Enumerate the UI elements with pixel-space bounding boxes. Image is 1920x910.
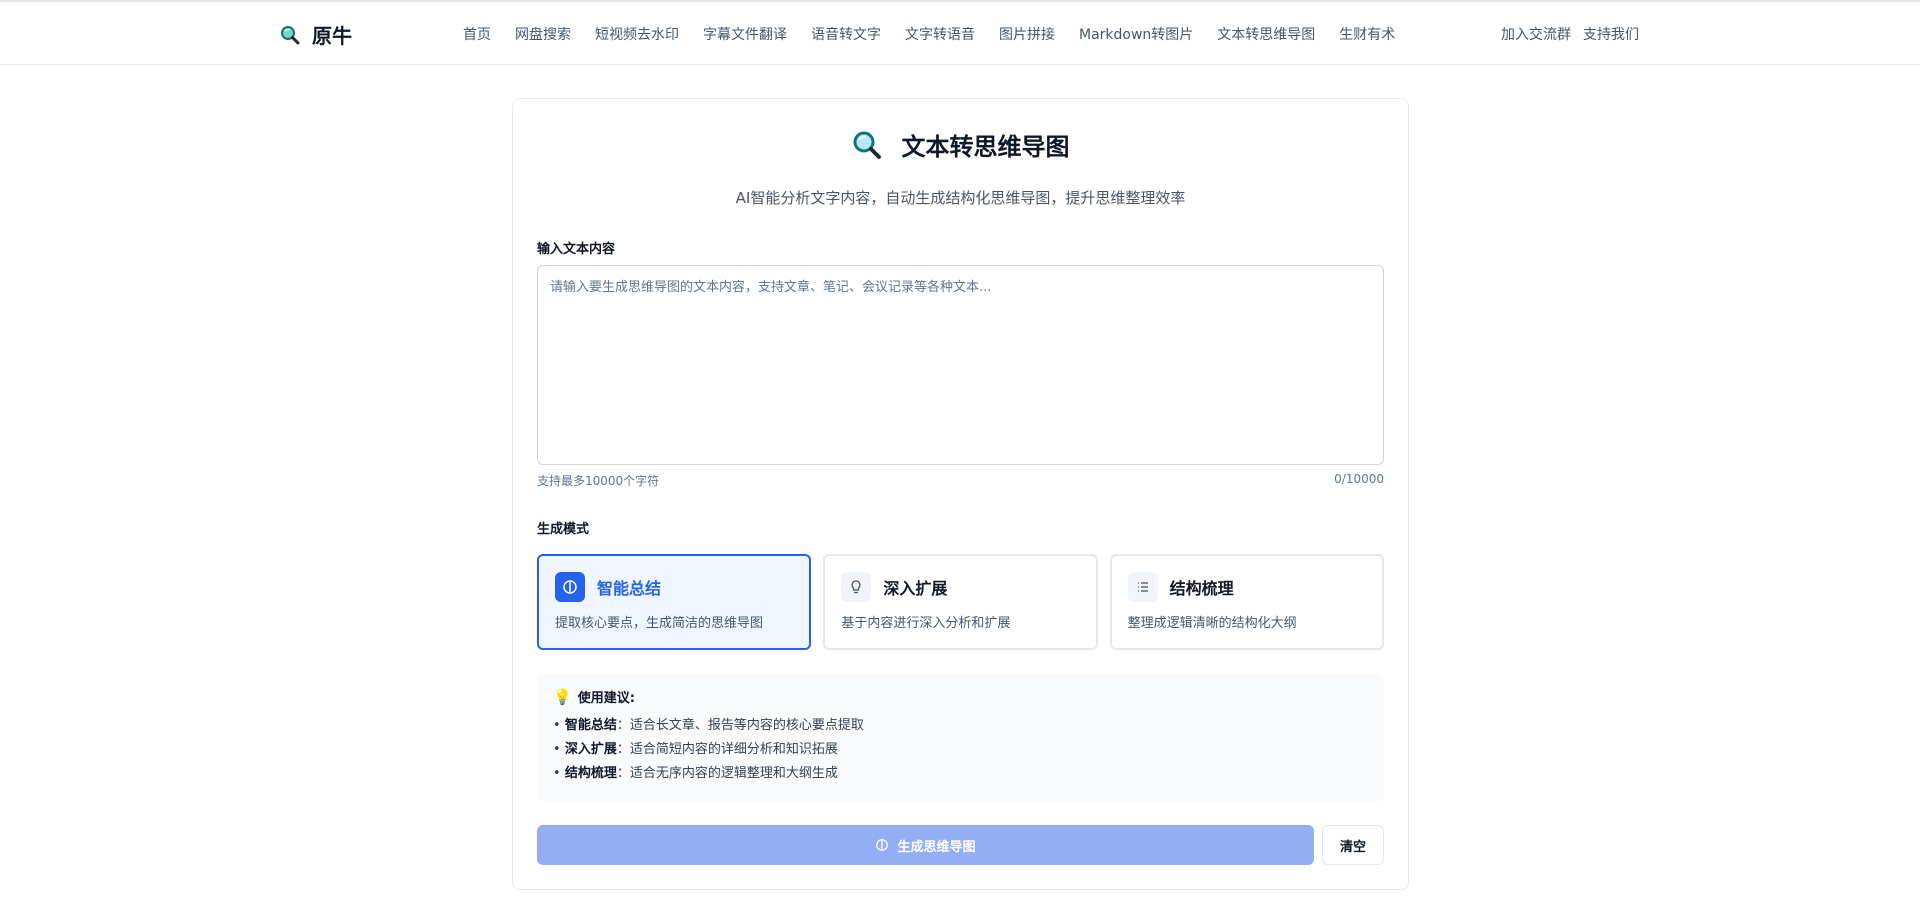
lightbulb-emoji-icon: 💡 xyxy=(553,687,572,706)
main-nav: 首页 网盘搜索 短视频去水印 字幕文件翻译 语音转文字 文字转语音 图片拼接 M… xyxy=(463,24,1395,44)
mode-desc: 整理成逻辑清晰的结构化大纲 xyxy=(1127,616,1297,631)
mode-title: 深入扩展 xyxy=(883,579,948,598)
header-right-links: 加入交流群 支持我们 xyxy=(1501,24,1639,44)
generate-label: 生成思维导图 xyxy=(897,839,976,855)
list-item: • 结构梳理：适合无序内容的逻辑整理和大纲生成 xyxy=(553,766,838,781)
generate-mindmap-button[interactable]: 生成思维导图 xyxy=(537,825,1314,865)
tip-text: ：适合简短内容的详细分析和知识拓展 xyxy=(616,742,838,757)
tips-heading: 使用建议: xyxy=(577,691,635,706)
page-subtitle: AI智能分析文字内容，自动生成结构化思维导图，提升思维整理效率 xyxy=(735,189,1186,207)
magnifier-title-icon xyxy=(853,131,881,159)
mode-smart-summary[interactable]: 智能总结 提取核心要点，生成简洁的思维导图 xyxy=(537,554,812,650)
tip-term: 结构梳理 xyxy=(564,766,617,781)
tips-list: • 智能总结：适合长文章、报告等内容的核心要点提取 • 深入扩展：适合简短内容的… xyxy=(553,714,1368,786)
clear-button[interactable]: 清空 xyxy=(1322,825,1384,865)
mindmap-card: 文本转思维导图 AI智能分析文字内容，自动生成结构化思维导图，提升思维整理效率 … xyxy=(512,98,1409,890)
tip-term: 智能总结 xyxy=(564,718,617,733)
nav-markdown-to-image[interactable]: Markdown转图片 xyxy=(1079,24,1193,44)
tip-text: ：适合无序内容的逻辑整理和大纲生成 xyxy=(616,766,838,781)
tip-text: ：适合长文章、报告等内容的核心要点提取 xyxy=(616,718,864,733)
mode-selector: 智能总结 提取核心要点，生成简洁的思维导图 深入扩展 基于内容进行深入分析和扩展… xyxy=(537,554,1384,650)
usage-tips: 💡 使用建议: • 智能总结：适合长文章、报告等内容的核心要点提取 • 深入扩展… xyxy=(537,673,1384,801)
join-group-link[interactable]: 加入交流群 xyxy=(1501,24,1571,44)
mode-desc: 提取核心要点，生成简洁的思维导图 xyxy=(555,616,764,631)
page-title-row: 文本转思维导图 xyxy=(513,127,1408,162)
mode-title: 智能总结 xyxy=(597,579,662,598)
text-input[interactable] xyxy=(537,265,1384,465)
mode-desc: 基于内容进行深入分析和扩展 xyxy=(841,616,1011,631)
input-label: 输入文本内容 xyxy=(537,242,616,257)
nav-image-stitch[interactable]: 图片拼接 xyxy=(999,24,1055,44)
mode-structure[interactable]: 结构梳理 整理成逻辑清晰的结构化大纲 xyxy=(1109,554,1384,650)
nav-subtitle-translate[interactable]: 字幕文件翻译 xyxy=(703,24,787,44)
brain-icon xyxy=(555,572,585,602)
mode-label: 生成模式 xyxy=(537,522,590,537)
magnifier-logo-icon xyxy=(281,25,300,44)
nav-text-to-mindmap[interactable]: 文本转思维导图 xyxy=(1217,24,1315,44)
brand-logo[interactable]: 原牛 xyxy=(280,20,352,49)
support-us-link[interactable]: 支持我们 xyxy=(1583,24,1639,44)
list-icon xyxy=(1127,572,1158,602)
tip-term: 深入扩展 xyxy=(564,742,617,757)
site-header: 原牛 首页 网盘搜索 短视频去水印 字幕文件翻译 语音转文字 文字转语音 图片拼… xyxy=(0,2,1920,65)
lightbulb-icon xyxy=(841,572,872,602)
list-item: • 智能总结：适合长文章、报告等内容的核心要点提取 xyxy=(553,718,864,733)
char-count: 0/10000 xyxy=(1334,472,1384,486)
nav-video-watermark[interactable]: 短视频去水印 xyxy=(595,24,679,44)
mode-deep-expand[interactable]: 深入扩展 基于内容进行深入分析和扩展 xyxy=(823,554,1098,650)
nav-shengcai[interactable]: 生财有术 xyxy=(1339,24,1395,44)
nav-cloud-search[interactable]: 网盘搜索 xyxy=(515,24,571,44)
nav-home[interactable]: 首页 xyxy=(463,24,491,44)
mode-title: 结构梳理 xyxy=(1169,579,1234,598)
nav-speech-to-text[interactable]: 语音转文字 xyxy=(811,24,881,44)
nav-text-to-speech[interactable]: 文字转语音 xyxy=(905,24,975,44)
page-title: 文本转思维导图 xyxy=(901,133,1070,161)
brand-name: 原牛 xyxy=(312,24,352,48)
char-limit-hint: 支持最多10000个字符 xyxy=(537,474,660,488)
list-item: • 深入扩展：适合简短内容的详细分析和知识拓展 xyxy=(553,742,838,757)
brain-icon xyxy=(876,839,889,851)
